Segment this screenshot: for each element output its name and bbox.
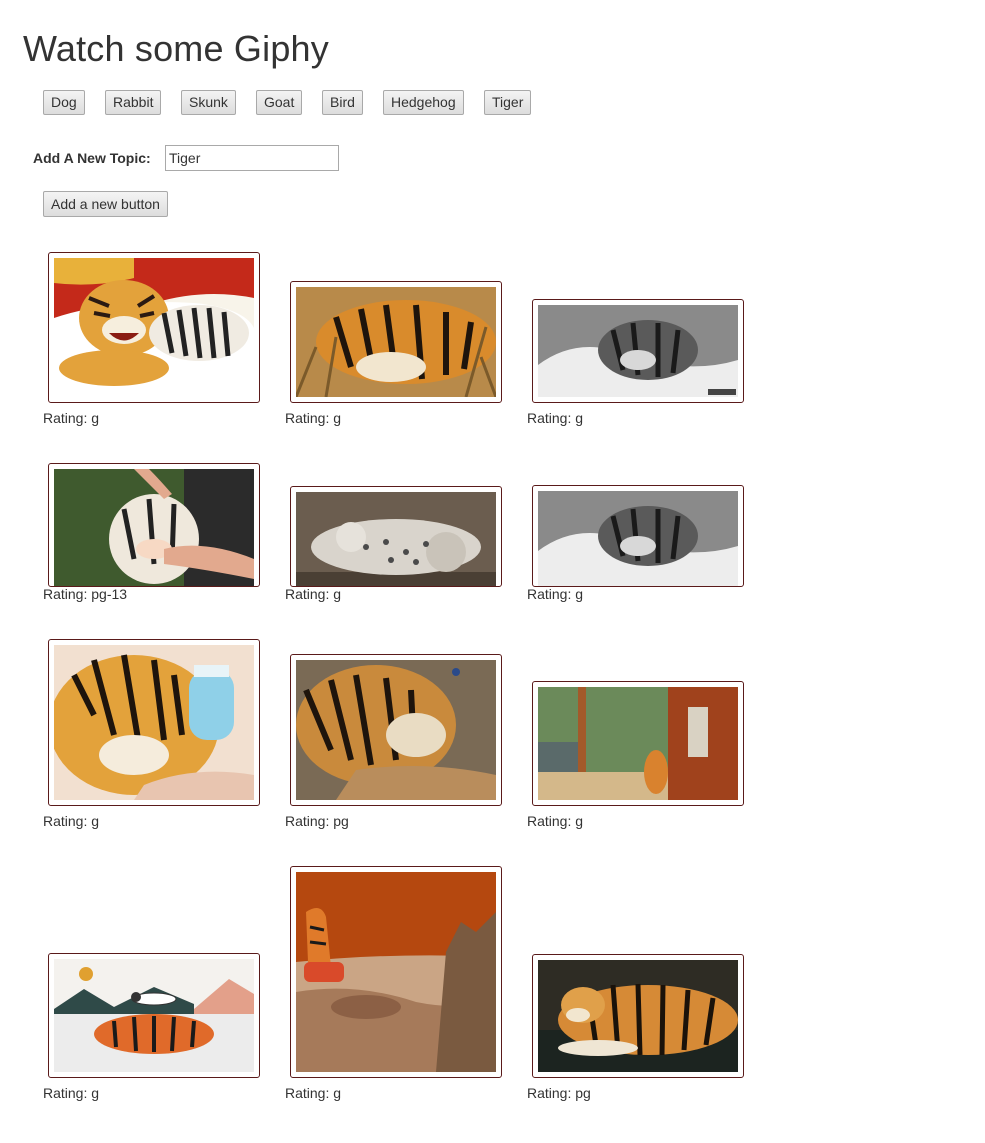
gif-rating: Rating: pg-13 [43,586,128,602]
add-button[interactable]: Add a new button [43,191,168,217]
gif-card[interactable] [532,299,744,403]
gif-card[interactable] [290,866,502,1078]
topic-button-bird[interactable]: Bird [322,90,363,115]
gif-card[interactable] [290,486,502,587]
topic-button-goat[interactable]: Goat [256,90,303,115]
gif-rating: Rating: g [527,410,584,426]
topic-button-skunk[interactable]: Skunk [181,90,236,115]
gif-card[interactable] [290,654,502,806]
gif-image [296,872,496,1072]
gif-rating: Rating: g [43,813,100,829]
gif-image [54,258,254,397]
gif-card[interactable] [532,485,744,587]
gif-rating: Rating: pg [285,813,349,829]
gif-card[interactable] [48,252,260,403]
gif-image [296,492,496,586]
gif-image [54,469,254,586]
gif-image [54,959,254,1072]
gif-card[interactable] [48,463,260,587]
new-topic-input[interactable] [165,145,339,171]
gif-image [54,645,254,800]
gif-rating: Rating: g [285,1085,342,1101]
topic-button-dog[interactable]: Dog [43,90,85,115]
gif-image [538,305,738,397]
gif-card[interactable] [48,953,260,1078]
gif-card[interactable] [532,681,744,806]
topic-button-rabbit[interactable]: Rabbit [105,90,162,115]
gif-rating: Rating: pg [527,1085,591,1101]
gif-image [538,687,738,800]
gif-image [538,960,738,1072]
gif-card[interactable] [290,281,502,403]
gif-rating: Rating: g [43,1085,100,1101]
new-topic-label: Add A New Topic: [33,150,151,166]
gif-rating: Rating: g [285,410,342,426]
gif-rating: Rating: g [43,410,100,426]
gif-card[interactable] [532,954,744,1078]
topic-button-tiger[interactable]: Tiger [484,90,532,115]
gif-card[interactable] [48,639,260,806]
page-title: Watch some Giphy [23,28,329,69]
gif-rating: Rating: g [285,586,342,602]
gif-image [296,660,496,800]
gif-rating: Rating: g [527,813,584,829]
topic-button-hedgehog[interactable]: Hedgehog [383,90,464,115]
gif-rating: Rating: g [527,586,584,602]
gif-image [296,287,496,397]
gif-image [538,491,738,586]
